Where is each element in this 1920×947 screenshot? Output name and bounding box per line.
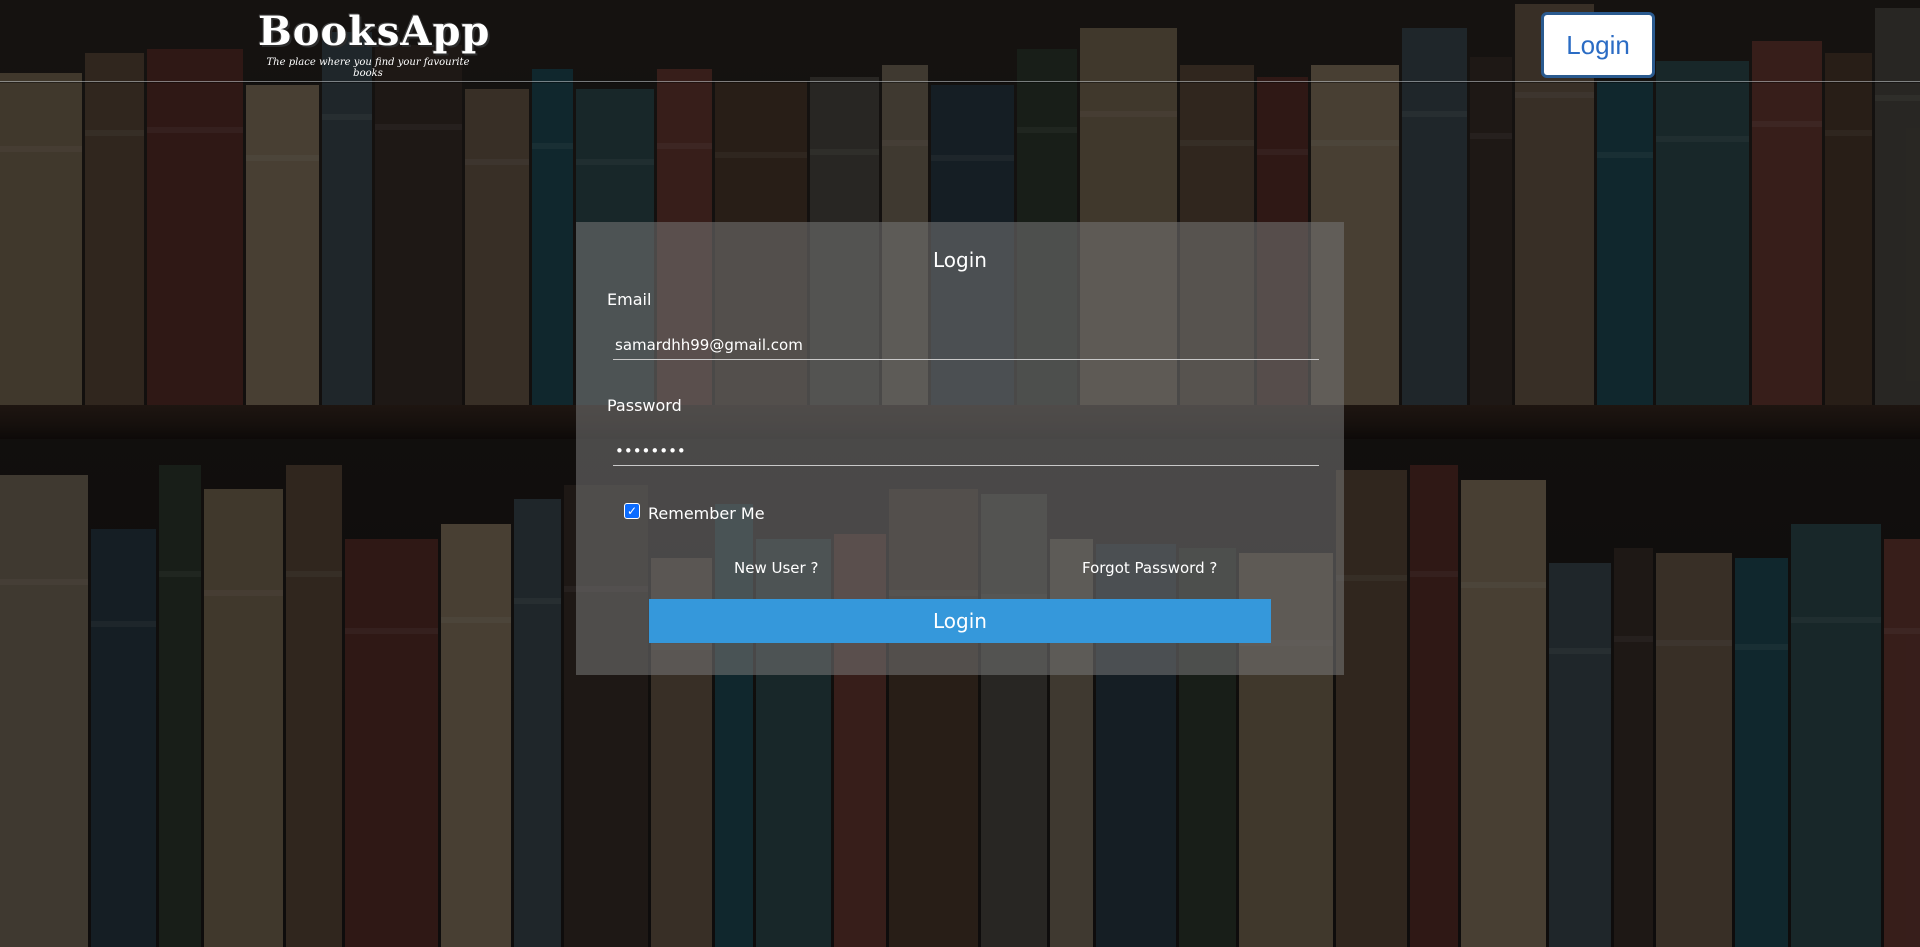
new-user-link[interactable]: New User ?: [734, 559, 818, 577]
email-label: Email: [607, 290, 652, 309]
login-title: Login: [933, 248, 987, 272]
email-field[interactable]: [613, 330, 1319, 360]
login-submit-button[interactable]: Login: [649, 599, 1271, 643]
remember-me-label: Remember Me: [648, 504, 765, 523]
login-card: Login Email Password ✓ Remember Me New U…: [576, 222, 1344, 675]
navbar: BooksApp The place where you find your f…: [0, 0, 1920, 82]
forgot-password-link[interactable]: Forgot Password ?: [1082, 559, 1217, 577]
password-label: Password: [607, 396, 682, 415]
brand-tagline: The place where you find your favourite …: [266, 57, 470, 79]
nav-login-button[interactable]: Login: [1541, 12, 1655, 78]
remember-me-checkbox[interactable]: ✓: [624, 503, 640, 519]
brand-logo[interactable]: BooksApp The place where you find your f…: [258, 8, 491, 79]
password-field[interactable]: [613, 436, 1319, 466]
brand-title: BooksApp: [258, 8, 491, 55]
